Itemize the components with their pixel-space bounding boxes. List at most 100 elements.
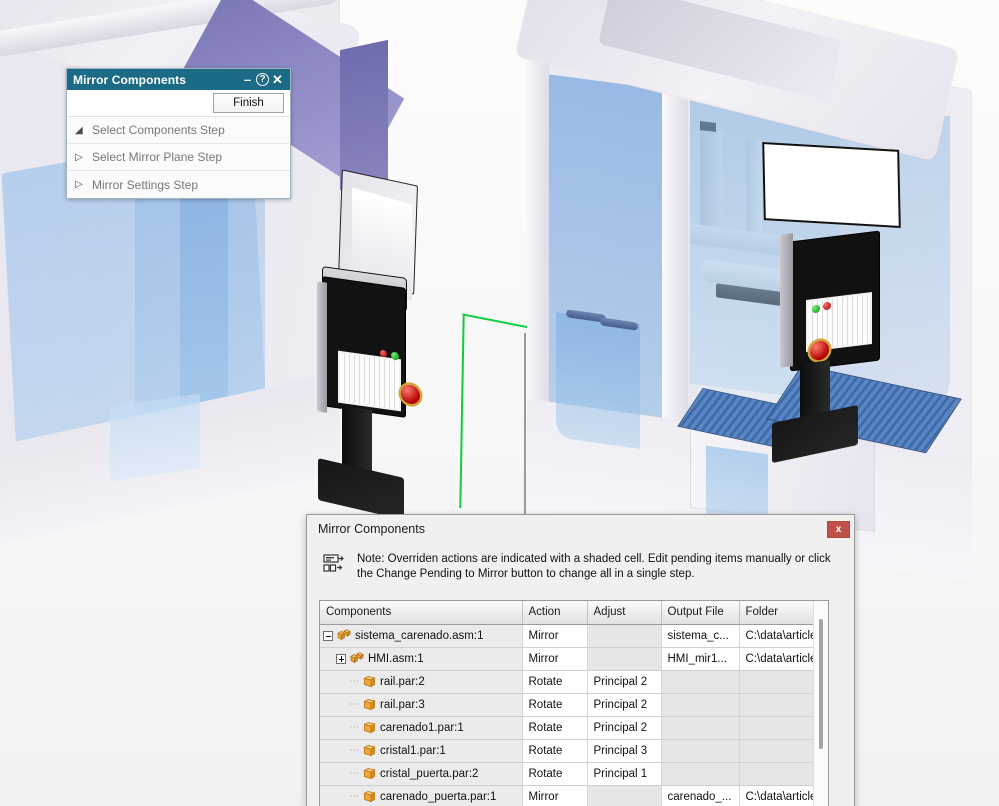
right-machine-monitor <box>762 141 901 229</box>
command-bar-title: Mirror Components <box>73 72 187 87</box>
cell-folder[interactable] <box>739 762 813 786</box>
tree-toggle-minus[interactable] <box>323 630 333 641</box>
table-row[interactable]: HMI.asm:1 Mirror HMI_mir1... C:\data\articl… <box>320 647 813 671</box>
column-header-adjust[interactable]: Adjust <box>587 601 662 625</box>
part-icon <box>363 675 376 688</box>
mirror-plane-indicator[interactable] <box>459 313 533 522</box>
cell-output-file[interactable]: carenado_... <box>661 785 740 806</box>
cell-component[interactable]: ⋯ cristal1.par:1 <box>320 739 523 763</box>
cell-component[interactable]: ⋯ carenado_puerta.par:1 <box>320 785 523 806</box>
component-name: carenado1.par:1 <box>380 721 464 734</box>
table-row[interactable]: ⋯ carenado1.par:1 Rotate Principal 2 <box>320 716 813 740</box>
component-name: rail.par:3 <box>380 698 425 711</box>
part-icon <box>363 767 376 780</box>
help-icon[interactable]: ? <box>256 73 269 86</box>
right-hmi-bezel <box>780 233 793 368</box>
cell-folder[interactable] <box>739 693 813 717</box>
column-header-components[interactable]: Components <box>320 601 523 625</box>
dialog-title: Mirror Components <box>318 522 425 536</box>
command-bar-toolbar: Finish <box>67 90 290 117</box>
table-row[interactable]: ⋯ rail.par:3 Rotate Principal 2 <box>320 693 813 717</box>
cell-output-file[interactable] <box>661 716 740 740</box>
cell-adjust[interactable]: Principal 1 <box>587 762 662 786</box>
left-hmi-green-led <box>391 351 399 361</box>
components-grid[interactable]: Components Action Adjust Output File Fol… <box>319 600 829 806</box>
cell-output-file[interactable] <box>661 739 740 763</box>
cell-action[interactable]: Rotate <box>522 716 588 740</box>
table-row[interactable]: ⋯ carenado_puerta.par:1 Mirror carenado_...… <box>320 785 813 806</box>
cell-adjust[interactable]: Principal 2 <box>587 716 662 740</box>
part-icon <box>363 744 376 757</box>
cell-output-file[interactable] <box>661 762 740 786</box>
close-icon[interactable]: ✕ <box>269 71 286 89</box>
cell-output-file[interactable] <box>661 693 740 717</box>
step-select-components[interactable]: ◢ Select Components Step <box>67 117 290 144</box>
component-name: cristal1.par:1 <box>380 744 446 757</box>
cell-folder[interactable] <box>739 670 813 694</box>
cell-action[interactable]: Rotate <box>522 762 588 786</box>
cell-folder[interactable]: C:\data\articles\ <box>739 624 813 648</box>
left-hmi-bezel <box>317 281 327 413</box>
cell-action[interactable]: Rotate <box>522 739 588 763</box>
cell-action[interactable]: Mirror <box>522 647 588 671</box>
cell-component[interactable]: ⋯ carenado1.par:1 <box>320 716 523 740</box>
cell-component[interactable]: ⋯ rail.par:3 <box>320 693 523 717</box>
change-pending-icon <box>321 551 347 577</box>
cell-component[interactable]: ⋯ rail.par:2 <box>320 670 523 694</box>
component-name: carenado_puerta.par:1 <box>380 790 497 803</box>
scrollbar-thumb[interactable] <box>819 619 823 749</box>
mirror-components-dialog[interactable]: Mirror Components x Note: Overriden acti… <box>306 514 855 806</box>
cell-adjust[interactable] <box>587 624 662 648</box>
column-header-action[interactable]: Action <box>522 601 588 625</box>
step-select-mirror-plane[interactable]: ▷ Select Mirror Plane Step <box>67 144 290 171</box>
left-machine-purple-side <box>340 39 388 191</box>
cell-folder[interactable] <box>739 739 813 763</box>
left-hmi-red-led <box>380 349 387 358</box>
cell-action[interactable]: Rotate <box>522 670 588 694</box>
cell-folder[interactable]: C:\data\articles\ <box>739 647 813 671</box>
cell-adjust[interactable]: Principal 2 <box>587 693 662 717</box>
cell-output-file[interactable]: HMI_mir1... <box>661 647 740 671</box>
cell-output-file[interactable]: sistema_c... <box>661 624 740 648</box>
dialog-note-text: Note: Overriden actions are indicated wi… <box>357 553 831 580</box>
cell-action[interactable]: Mirror <box>522 785 588 806</box>
table-row[interactable]: ⋯ cristal1.par:1 Rotate Principal 3 <box>320 739 813 763</box>
application-window: Mirror Components – ? ✕ Finish ◢ Select … <box>0 0 999 806</box>
finish-button[interactable]: Finish <box>213 93 284 113</box>
left-machine-door-notch <box>110 393 200 482</box>
left-hmi-base <box>318 458 404 520</box>
tree-toggle-plus[interactable] <box>336 653 346 664</box>
minimize-icon[interactable]: – <box>239 71 256 89</box>
collapsed-triangle-icon: ▷ <box>75 151 83 163</box>
table-row[interactable]: ⋯ cristal_puerta.par:2 Rotate Principal 1 <box>320 762 813 786</box>
cell-action[interactable]: Mirror <box>522 624 588 648</box>
table-row[interactable]: ⋯ rail.par:2 Rotate Principal 2 <box>320 670 813 694</box>
table-header-row: Components Action Adjust Output File Fol… <box>320 601 813 625</box>
mirror-components-command-bar[interactable]: Mirror Components – ? ✕ Finish ◢ Select … <box>66 68 291 199</box>
components-table: Components Action Adjust Output File Fol… <box>320 601 813 806</box>
right-machine-door-glass <box>556 312 640 449</box>
cell-component[interactable]: sistema_carenado.asm:1 <box>320 624 523 648</box>
cell-action[interactable]: Rotate <box>522 693 588 717</box>
table-row[interactable]: sistema_carenado.asm:1 Mirror sistema_c...… <box>320 624 813 648</box>
command-bar-titlebar[interactable]: Mirror Components – ? ✕ <box>67 69 290 90</box>
dialog-close-button[interactable]: x <box>827 520 850 538</box>
cell-adjust[interactable]: Principal 2 <box>587 670 662 694</box>
cell-folder[interactable] <box>739 716 813 740</box>
component-name: HMI.asm:1 <box>368 652 424 665</box>
component-name: cristal_puerta.par:2 <box>380 767 479 780</box>
cell-output-file[interactable] <box>661 670 740 694</box>
column-header-output-file[interactable]: Output File <box>661 601 740 625</box>
column-header-folder[interactable]: Folder <box>739 601 813 625</box>
assembly-icon <box>337 629 351 642</box>
step-mirror-settings[interactable]: ▷ Mirror Settings Step <box>67 171 290 198</box>
cell-adjust[interactable] <box>587 785 662 806</box>
cell-folder[interactable]: C:\data\articles\ <box>739 785 813 806</box>
cell-adjust[interactable] <box>587 647 662 671</box>
cell-adjust[interactable]: Principal 3 <box>587 739 662 763</box>
cell-component[interactable]: HMI.asm:1 <box>320 647 523 671</box>
dialog-titlebar[interactable]: Mirror Components x <box>307 515 854 543</box>
collapsed-triangle-icon: ▷ <box>75 179 83 190</box>
cell-component[interactable]: ⋯ cristal_puerta.par:2 <box>320 762 523 786</box>
grid-vertical-scrollbar[interactable] <box>813 601 828 806</box>
